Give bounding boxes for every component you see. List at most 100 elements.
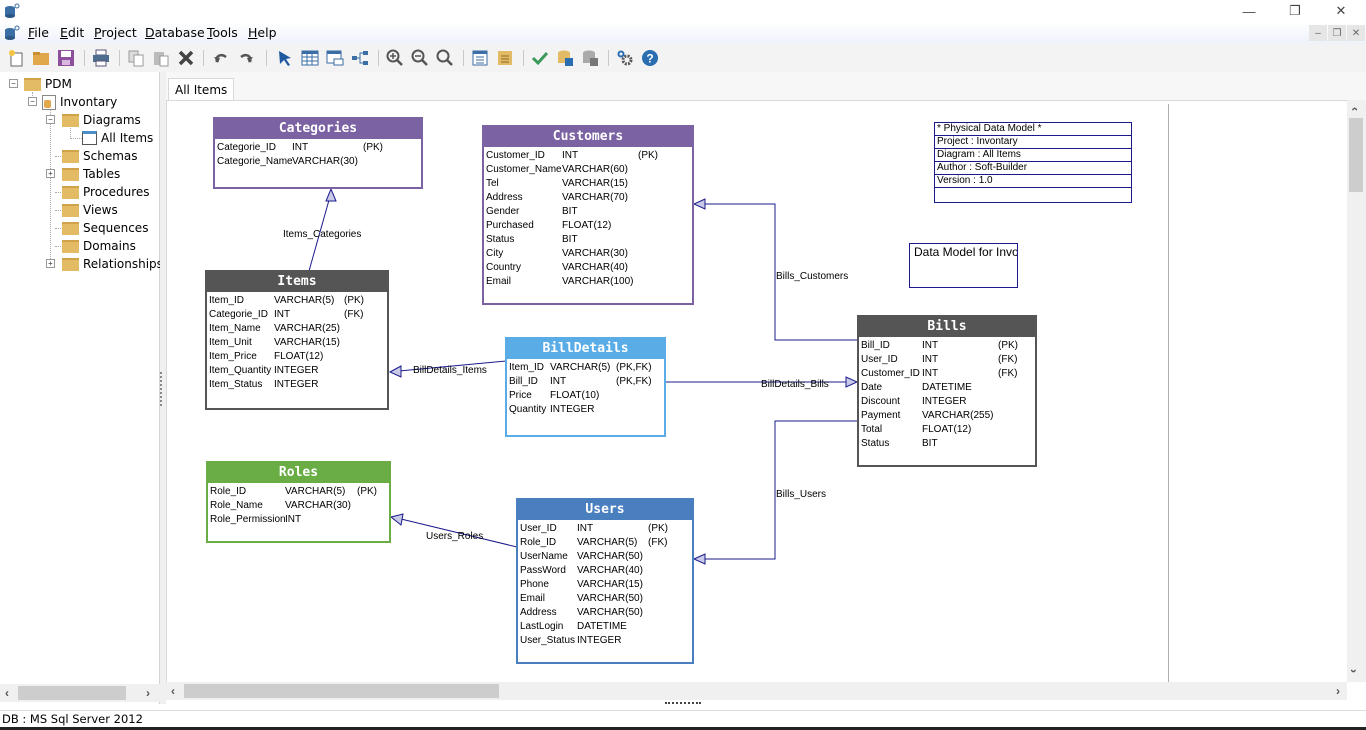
db-save-icon[interactable] [580,48,600,68]
column-row[interactable]: Email VARCHAR(50) [520,592,692,606]
column-row[interactable]: Tel VARCHAR(15) [486,177,692,191]
save-icon[interactable] [56,48,76,68]
scroll-down-icon[interactable]: › [1347,669,1361,673]
paste-icon[interactable] [151,48,171,68]
note-box[interactable]: Data Model for Invo [909,243,1018,288]
note-icon[interactable] [470,48,490,68]
tree-scroll-thumb[interactable] [18,686,126,700]
column-row[interactable]: Discount INTEGER [861,395,1035,409]
model-info-box[interactable]: * Physical Data Model * Project : Invont… [934,122,1132,203]
zoom-out-icon[interactable] [410,48,430,68]
column-row[interactable]: Country VARCHAR(40) [486,261,692,275]
scroll-left-icon[interactable]: ‹ [5,686,9,700]
tree-node-pdm[interactable]: PDM [24,75,72,93]
column-row[interactable]: User_ID INT (PK) [520,522,692,536]
diagram-canvas[interactable]: Items_Categories BillDetails_Items BillD… [166,100,1347,682]
horizontal-scroll-thumb[interactable] [184,684,499,698]
scroll-right-icon[interactable]: › [146,686,150,700]
column-row[interactable]: Customer_Name VARCHAR(60) [486,163,692,177]
column-row[interactable]: Gender BIT [486,205,692,219]
column-row[interactable]: User_Status INTEGER [520,634,692,648]
menu-edit[interactable]: Edit [60,25,84,40]
delete-icon[interactable] [176,48,196,68]
collapse-project-toggle[interactable]: − [28,97,37,106]
column-row[interactable]: Item_Name VARCHAR(25) [209,322,387,336]
mdi-restore-button[interactable]: ❐ [1328,25,1346,41]
copy-icon[interactable] [126,48,146,68]
column-row[interactable]: Item_Status INTEGER [209,378,387,392]
column-row[interactable]: City VARCHAR(30) [486,247,692,261]
menu-help[interactable]: Help [248,25,277,40]
scroll-left-icon[interactable]: ‹ [171,684,175,698]
column-row[interactable]: Bill_ID INT (PK) [861,339,1035,353]
column-row[interactable]: Status BIT [861,437,1035,451]
entity-items[interactable]: Items Item_ID VARCHAR(5) (PK) Categorie_ID I… [205,270,389,410]
tree-node-relationships[interactable]: Relationships [62,255,163,273]
view-icon[interactable] [325,48,345,68]
rel-label-billdetails-bills[interactable]: BillDetails_Bills [761,379,829,390]
table-icon[interactable] [300,48,320,68]
tree-node-domains[interactable]: Domains [62,237,136,255]
new-icon[interactable] [6,48,26,68]
zoom-in-icon[interactable] [385,48,405,68]
column-row[interactable]: Role_Name VARCHAR(30) [210,499,389,513]
restore-button[interactable]: ❐ [1272,0,1318,22]
column-row[interactable]: Total FLOAT(12) [861,423,1035,437]
check-icon[interactable] [530,48,550,68]
column-row[interactable]: Role_Permission INT [210,513,389,527]
menu-project[interactable]: Project [94,25,137,40]
tree-node-diagrams[interactable]: Diagrams [62,111,141,129]
column-row[interactable]: Categorie_ID INT (PK) [217,141,421,155]
menu-file[interactable]: File [28,25,49,40]
column-row[interactable]: Customer_ID INT (PK) [486,149,692,163]
tree-node-schemas[interactable]: Schemas [62,147,138,165]
expand-tables-toggle[interactable]: + [46,169,55,178]
entity-billdetails[interactable]: BillDetails Item_ID VARCHAR(5) (PK,FK) Bill… [505,337,666,437]
column-row[interactable]: Customer_ID INT (FK) [861,367,1035,381]
print-icon[interactable] [91,48,111,68]
column-row[interactable]: Role_ID VARCHAR(5) (PK) [210,485,389,499]
tree-node-tables[interactable]: Tables [62,165,120,183]
tab-all-items[interactable]: All Items [168,78,235,100]
column-row[interactable]: LastLogin DATETIME [520,620,692,634]
column-row[interactable]: Role_ID VARCHAR(5) (FK) [520,536,692,550]
column-row[interactable]: Purchased FLOAT(12) [486,219,692,233]
undo-icon[interactable] [211,48,231,68]
canvas-horizontal-scrollbar[interactable]: ‹ › [166,682,1347,700]
tree-node-views[interactable]: Views [62,201,118,219]
column-row[interactable]: Date DATETIME [861,381,1035,395]
text-icon[interactable] [495,48,515,68]
help-icon[interactable]: ? [640,48,660,68]
column-row[interactable]: Item_Unit VARCHAR(15) [209,336,387,350]
generate-db-icon[interactable] [555,48,575,68]
pointer-icon[interactable] [275,48,295,68]
column-row[interactable]: Item_ID VARCHAR(5) (PK,FK) [509,361,664,375]
column-row[interactable]: User_ID INT (FK) [861,353,1035,367]
column-row[interactable]: Bill_ID INT (PK,FK) [509,375,664,389]
column-row[interactable]: Status BIT [486,233,692,247]
redo-icon[interactable] [236,48,256,68]
column-row[interactable]: Item_Price FLOAT(12) [209,350,387,364]
tree-node-procedures[interactable]: Procedures [62,183,150,201]
entity-users[interactable]: Users User_ID INT (PK) Role_ID VARCHAR(5) (FK… [516,498,694,664]
column-row[interactable]: Address VARCHAR(70) [486,191,692,205]
open-folder-icon[interactable] [31,48,51,68]
zoom-fit-icon[interactable] [435,48,455,68]
column-row[interactable]: Item_ID VARCHAR(5) (PK) [209,294,387,308]
collapse-pdm-toggle[interactable]: − [9,79,18,88]
scroll-up-icon[interactable]: › [1347,107,1361,111]
column-row[interactable]: PassWord VARCHAR(40) [520,564,692,578]
column-row[interactable]: Categorie_ID INT (FK) [209,308,387,322]
scroll-right-icon[interactable]: › [1336,684,1340,698]
column-row[interactable]: Email VARCHAR(100) [486,275,692,289]
menu-tools[interactable]: Tools [207,25,238,40]
rel-label-bills-customers[interactable]: Bills_Customers [776,271,848,282]
resize-grip[interactable] [665,702,701,708]
tree-horizontal-scrollbar[interactable]: ‹ › [0,684,160,702]
column-row[interactable]: UserName VARCHAR(50) [520,550,692,564]
column-row[interactable]: Quantity INTEGER [509,403,664,417]
tree-node-all-items[interactable]: All Items [82,129,153,147]
tree-node-invontary[interactable]: Invontary [42,93,117,111]
vertical-scroll-thumb[interactable] [1349,118,1363,192]
entity-bills[interactable]: Bills Bill_ID INT (PK) User_ID INT (FK) Custom… [857,315,1037,467]
